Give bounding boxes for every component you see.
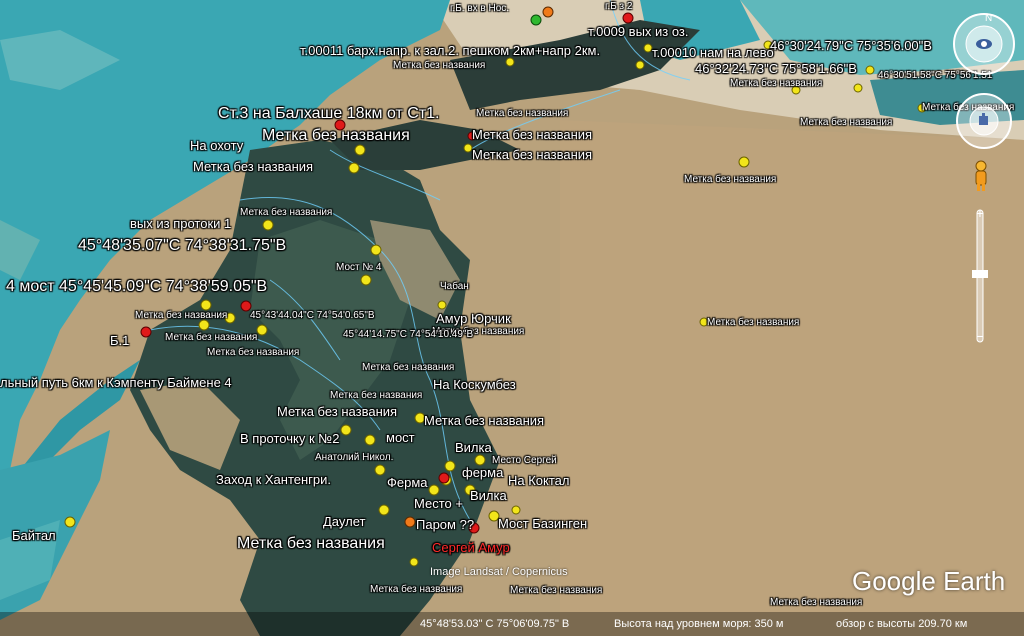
placemark-label[interactable]: 45°44'14.75"С 74°54'10.49"В [343,330,473,340]
placemark-label[interactable]: 46°32'24.73"С 75°58'1.66"В [695,62,857,75]
placemark-label[interactable]: Сергей Амур [432,541,510,554]
zoom-slider[interactable] [970,204,990,348]
placemark-label[interactable]: Метка без названия [277,405,397,418]
placemark-label[interactable]: Ферма [387,476,428,489]
zoom-in-icon[interactable]: + [974,206,986,220]
placemark-label[interactable]: Место + [414,497,463,510]
svg-text:N: N [985,13,992,23]
placemark-label[interactable]: Метка без названия [237,536,385,552]
placemark-label[interactable]: т.0009 вых из оз. [588,25,689,38]
placemark-label[interactable]: Метка без названия [262,128,410,144]
placemark-label[interactable]: Метка без названия [135,311,227,321]
elevation-readout: Высота над уровнем моря: 350 м [614,618,784,630]
placemark-label[interactable]: Метка без названия [207,348,299,358]
placemark-label[interactable]: т.00011 барх.напр. к зал.2. пешком 2км+н… [300,44,600,57]
placemark-label[interactable]: Б.1 [110,334,129,347]
placemark-label[interactable]: Метка без названия [770,598,862,608]
placemark-label[interactable]: Метка без названия [362,363,454,373]
placemark-label[interactable]: г.Б з 2 [605,2,632,12]
placemark-label[interactable]: Амур Юрчик [436,312,511,325]
placemark-label[interactable]: мост [386,431,415,444]
placemark-label[interactable]: Метка без названия [193,160,313,173]
placemark-label[interactable]: Метка без названия [684,175,776,185]
google-earth-logo: Google Earth [852,566,1006,596]
placemark-label[interactable]: Вилка [455,441,492,454]
north-icon[interactable]: N [984,10,996,24]
placemark-label[interactable]: Метка без названия [472,148,592,161]
placemark-label[interactable]: В проточку к №2 [240,432,339,445]
placemark-label[interactable]: Метка без названия [472,128,592,141]
placemark-label[interactable]: г.Б. вх в Нос. [450,4,509,14]
placemark-label[interactable]: Ст.3 на Балхаше 18км от Ст1. [218,106,440,122]
placemark-label[interactable]: На охоту [190,139,243,152]
placemark-label[interactable]: Метка без названия [476,109,568,119]
placemark-label[interactable]: 45°48'35.07"С 74°38'31.75"В [78,238,286,254]
placemark-label[interactable]: т.00010 нам на лево [652,46,774,59]
placemark-label[interactable]: Чабан [440,282,469,292]
placemark-label[interactable]: Метка без названия [730,79,822,89]
placemark-label[interactable]: 4 мост 45°45'45.09"С 74°38'59.05"В [6,279,267,295]
eye-altitude-readout: обзор с высоты 209.70 км [836,618,968,630]
placemark-label[interactable]: Вилка [470,489,507,502]
placemark-label[interactable]: 45°43'44.04"С 74°54'0.65"В [250,311,375,321]
status-bar: 45°48'53.03" С 75°06'09.75" В Высота над… [0,612,1024,636]
placemark-label[interactable]: Метка без названия [165,333,257,343]
placemark-label[interactable]: Байтал [12,529,56,542]
placemark-label[interactable]: На Коскумбез [433,378,516,391]
zoom-out-icon[interactable]: − [974,329,986,343]
placemark-label[interactable]: Анатолий Никол. [315,453,393,463]
placemark-label[interactable]: Метка без названия [240,208,332,218]
pegman-icon[interactable] [972,160,990,192]
placemark-label[interactable]: Метка без названия [393,61,485,71]
placemark-label[interactable]: Паром ?? [416,518,474,531]
placemark-label[interactable]: Метка без названия [707,318,799,328]
placemark-label[interactable]: На Коктал [508,474,570,487]
placemark-label[interactable]: Заход к Хантенгри. [216,473,331,486]
placemark-label[interactable]: Метка без названия [424,414,544,427]
placemark-label[interactable]: льный путь 6км к Кэмпенту Баймене 4 [0,376,232,389]
placemark-label[interactable]: ферма [462,466,503,479]
placemark-label[interactable]: Даулет [323,515,365,528]
placemark-label[interactable]: Метка без названия [330,391,422,401]
placemark-label[interactable]: Мост Базинген [498,517,587,530]
placemark-label[interactable]: Метка без названия [510,586,602,596]
cursor-coordinates: 45°48'53.03" С 75°06'09.75" В [420,618,570,630]
placemark-label[interactable]: Метка без названия [800,118,892,128]
placemark-label[interactable]: Мост № 4 [336,263,381,273]
placemark-label[interactable]: 46°30'24.79"С 75°35'6.00"В [770,39,932,52]
imagery-copyright: Image Landsat / Copernicus [430,566,568,578]
move-joystick-icon[interactable] [955,92,1013,150]
placemark-label[interactable]: вых из протоки 1 [130,217,231,230]
placemark-label[interactable]: Метка без названия [370,585,462,595]
